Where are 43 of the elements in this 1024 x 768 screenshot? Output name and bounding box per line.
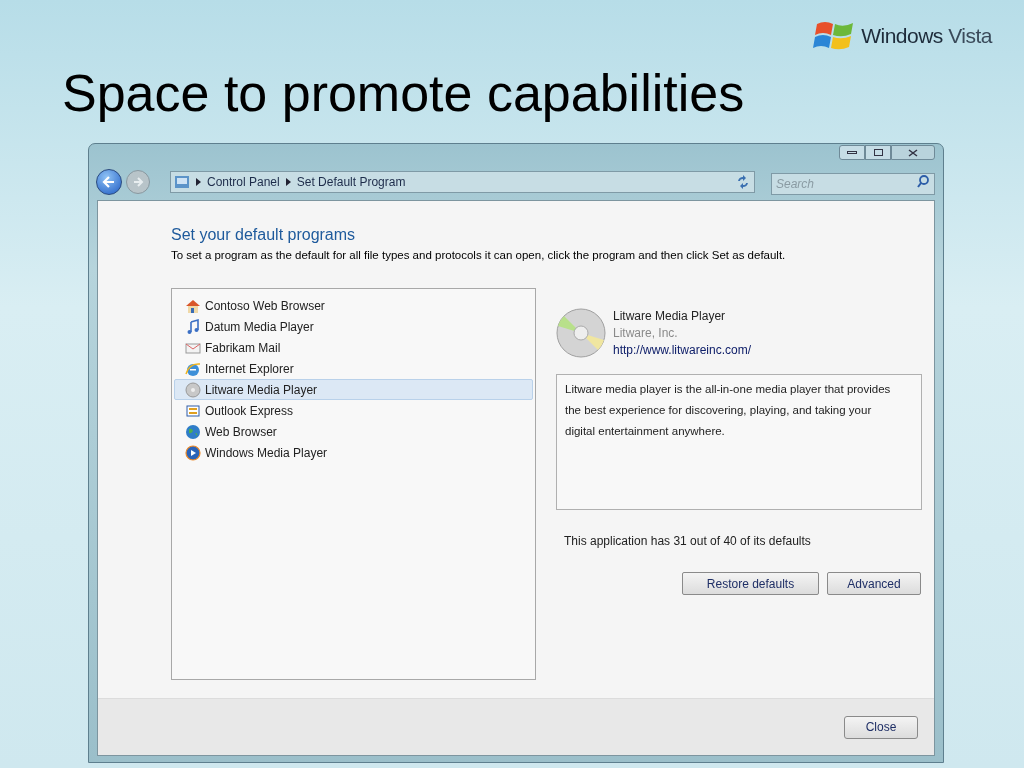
website-link[interactable]: http://www.litwareinc.com/ (613, 342, 752, 360)
action-button[interactable]: Advanced (827, 572, 921, 596)
defaults-status-text: This application has 31 out of 40 of its defaults (563, 533, 812, 551)
program-item[interactable]: Web Browser (174, 421, 533, 443)
description-box: Litware media player is the all-in-one media player that provides the best experience for discovering, playing, and taking your digital entertainment anywhere. (556, 374, 922, 511)
chevron-icon (285, 178, 291, 186)
program-item[interactable]: Litware Media Player (174, 379, 533, 401)
program-item[interactable]: Outlook Express (174, 400, 533, 422)
left-arrow-icon (102, 176, 116, 188)
music-note-icon (185, 318, 201, 335)
minimize-button[interactable] (839, 145, 865, 160)
refresh-icon[interactable] (735, 175, 751, 189)
close-icon (908, 148, 918, 157)
right-arrow-icon (132, 177, 144, 187)
globe-icon (185, 423, 201, 440)
program-item[interactable]: Fabrikam Mail (174, 337, 533, 359)
search-icon (917, 175, 930, 188)
close-button[interactable] (891, 145, 935, 160)
program-name: Litware Media Player (613, 308, 727, 326)
instruction-text: To set a program as the default for all file types and protocols it can open, click the program and then click Set as default. (171, 248, 787, 263)
logo-text: Windows Vista (861, 23, 992, 50)
control-panel-icon (174, 174, 190, 190)
disc-icon (556, 308, 606, 359)
program-item[interactable]: Windows Media Player (174, 442, 533, 464)
maximize-button[interactable] (865, 145, 891, 160)
page-heading: Set your default programs (171, 225, 357, 245)
breadcrumb-item[interactable]: Control Panel (207, 173, 280, 191)
address-bar[interactable]: Control Panel Set Default Program (170, 171, 755, 193)
action-button[interactable]: Restore defaults (682, 572, 819, 596)
disc-icon (185, 381, 201, 398)
chevron-icon (196, 178, 201, 186)
publisher-text: Litware, Inc. (613, 325, 679, 343)
program-item[interactable]: Datum Media Player (174, 316, 533, 338)
close-dialog-button[interactable]: Close (844, 715, 918, 739)
breadcrumb-item[interactable]: Set Default Program (296, 173, 406, 191)
program-item[interactable]: Internet Explorer (174, 358, 533, 380)
play-icon (185, 444, 201, 461)
program-item[interactable]: Contoso Web Browser (174, 295, 533, 317)
back-button[interactable] (96, 169, 122, 195)
house-icon (185, 297, 201, 314)
search-field[interactable]: Search (771, 173, 935, 195)
browser-e-icon (185, 360, 201, 377)
slide-title: Space to promote capabilities (62, 63, 746, 124)
